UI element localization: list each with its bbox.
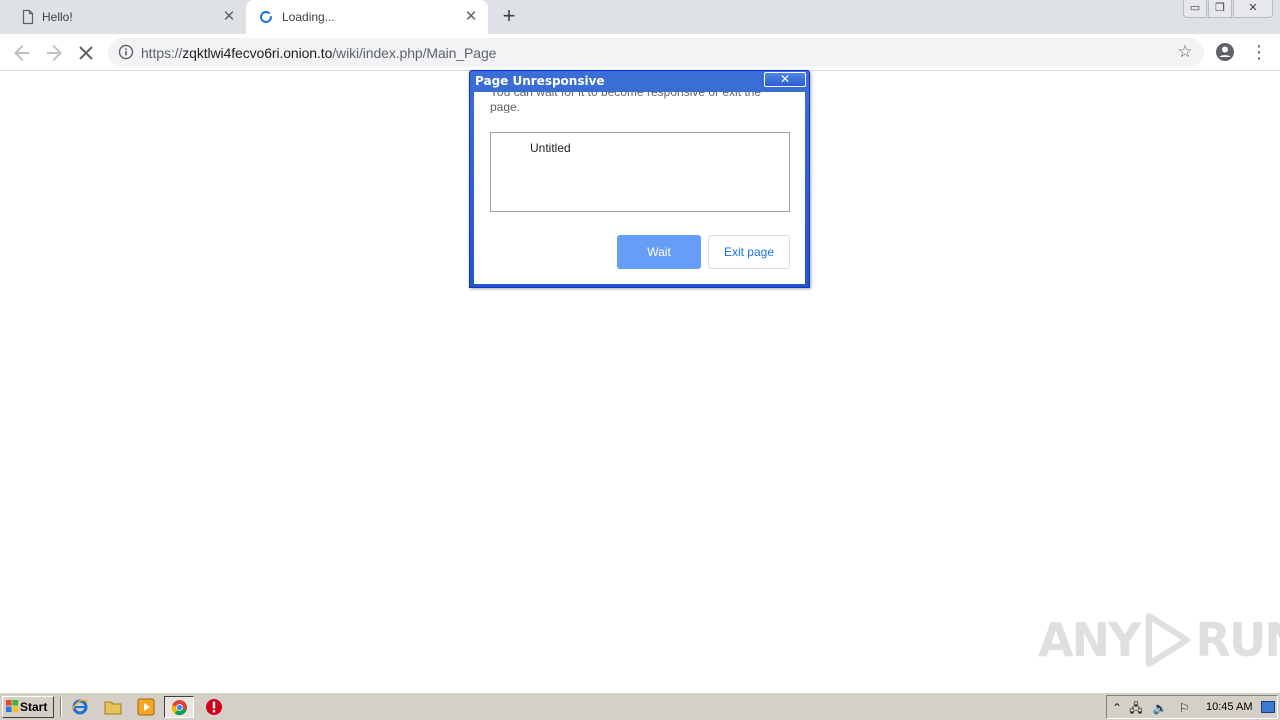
loading-spinner-icon — [260, 11, 272, 23]
close-tab-icon[interactable]: ✕ — [220, 8, 238, 26]
exit-page-button[interactable]: Exit page — [708, 235, 790, 269]
start-label: Start — [20, 700, 48, 714]
unresponsive-pages-list[interactable]: Untitled — [490, 132, 790, 212]
url-path: /wiki/index.php/Main_Page — [332, 45, 497, 61]
close-icon — [79, 46, 93, 60]
tab-hello[interactable]: Hello! ✕ — [0, 0, 246, 34]
tab-loading[interactable]: Loading... ✕ — [246, 0, 488, 34]
arrow-left-icon — [14, 45, 29, 61]
clock[interactable]: 10:45 AM — [1206, 701, 1252, 713]
windows-logo-icon — [6, 700, 19, 713]
bookmark-star-icon[interactable]: ☆ — [1176, 43, 1194, 61]
browser-toolbar: https://zqktlwi4fecvo6ri.onion.to/wiki/i… — [0, 34, 1280, 71]
taskbar-chrome-button[interactable] — [164, 696, 194, 718]
page-icon — [22, 9, 34, 25]
taskbar-separator — [60, 697, 62, 717]
address-bar[interactable]: https://zqktlwi4fecvo6ri.onion.to/wiki/i… — [108, 38, 1204, 67]
window-close-button[interactable]: ✕ — [1233, 0, 1273, 18]
url-scheme: https:// — [141, 45, 183, 61]
url-host: zqktlwi4fecvo6ri.onion.to — [182, 45, 333, 61]
dialog-title: Page Unresponsive — [475, 74, 605, 88]
volume-icon[interactable]: 🔈 — [1152, 700, 1168, 716]
stop-sign-icon[interactable] — [205, 698, 223, 716]
system-tray: ⌃ 🖧 🔈 ⚐ 10:45 AM — [1106, 695, 1278, 719]
show-desktop-icon[interactable] — [1261, 701, 1275, 713]
maximize-button[interactable]: ❐ — [1208, 0, 1232, 18]
watermark-right: RUN — [1195, 613, 1280, 667]
new-tab-button[interactable]: + — [497, 5, 521, 29]
wait-button[interactable]: Wait — [617, 235, 701, 269]
network-icon[interactable]: 🖧 — [1128, 700, 1144, 716]
menu-dots-icon[interactable]: ⋮ — [1250, 42, 1268, 62]
internet-explorer-icon[interactable] — [71, 698, 89, 716]
stop-loading-button[interactable] — [74, 41, 98, 65]
info-icon[interactable] — [118, 44, 134, 60]
arrow-right-icon — [47, 45, 62, 61]
action-center-flag-icon[interactable]: ⚐ — [1176, 700, 1192, 716]
account-icon[interactable] — [1215, 42, 1235, 62]
close-tab-icon[interactable]: ✕ — [462, 8, 480, 26]
watermark-left: ANY — [1038, 613, 1141, 667]
tab-title: Loading... — [282, 10, 335, 24]
dialog-body: You can wait for it to become responsive… — [474, 92, 805, 284]
tab-strip: Hello! ✕ Loading... ✕ + ▭ ❐ ✕ — [0, 0, 1280, 34]
forward-button[interactable] — [42, 41, 66, 65]
chrome-icon — [171, 699, 188, 716]
dialog-message: You can wait for it to become responsive… — [490, 92, 762, 113]
minimize-button[interactable]: ▭ — [1183, 0, 1207, 18]
back-button[interactable] — [10, 41, 34, 65]
start-button[interactable]: Start — [2, 696, 54, 718]
folder-icon[interactable] — [104, 698, 122, 716]
list-item[interactable]: Untitled — [530, 141, 571, 155]
url-text: https://zqktlwi4fecvo6ri.onion.to/wiki/i… — [141, 45, 496, 61]
anyrun-watermark: ANY RUN — [1038, 610, 1280, 670]
page-unresponsive-dialog: Page Unresponsive ✕ You can wait for it … — [469, 70, 810, 288]
play-logo-icon — [1146, 613, 1191, 667]
dialog-close-button[interactable]: ✕ — [764, 72, 806, 87]
tab-title: Hello! — [42, 10, 73, 24]
media-player-icon[interactable] — [137, 698, 155, 716]
show-hidden-icons-icon[interactable]: ⌃ — [1109, 700, 1125, 716]
taskbar: Start ⌃ 🖧 🔈 ⚐ 10:45 AM — [0, 692, 1280, 720]
